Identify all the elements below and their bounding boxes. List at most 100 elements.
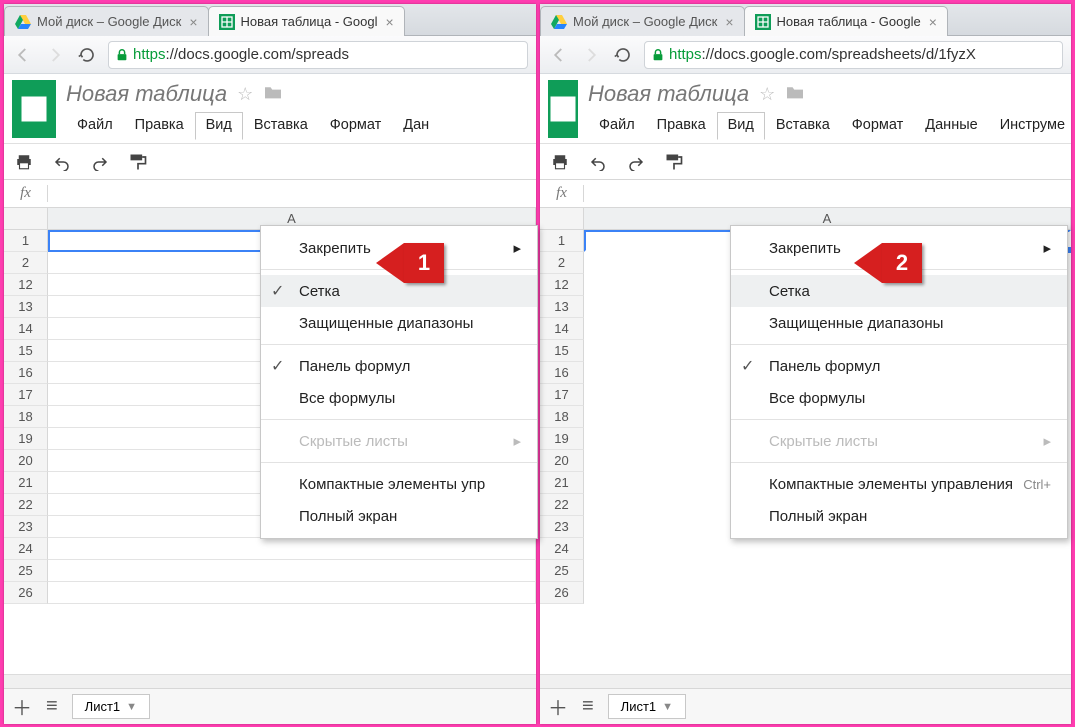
- doc-title[interactable]: Новая таблица: [588, 81, 749, 107]
- menu-item-protected-ranges[interactable]: Защищенные диапазоны: [731, 307, 1067, 339]
- menu-insert[interactable]: Вставка: [243, 112, 319, 140]
- cell[interactable]: [48, 560, 536, 582]
- url-field[interactable]: https://docs.google.com/spreadsheets/d/1…: [644, 41, 1063, 69]
- tab-sheets[interactable]: Новая таблица - Google ×: [744, 6, 948, 36]
- close-icon[interactable]: ×: [385, 15, 393, 29]
- row-header[interactable]: 1: [4, 230, 48, 252]
- reload-button[interactable]: [76, 44, 98, 66]
- add-sheet-button[interactable]: ＋: [548, 692, 568, 721]
- row-header[interactable]: 22: [4, 494, 48, 516]
- menu-item-compact[interactable]: Компактные элементы управленияCtrl+: [731, 468, 1067, 500]
- row-header[interactable]: 2: [4, 252, 48, 274]
- menu-data[interactable]: Дан: [392, 112, 440, 140]
- horizontal-scrollbar[interactable]: [4, 674, 536, 688]
- redo-icon[interactable]: [88, 150, 112, 174]
- row-header[interactable]: 18: [4, 406, 48, 428]
- undo-icon[interactable]: [586, 150, 610, 174]
- print-icon[interactable]: [12, 150, 36, 174]
- paint-format-icon[interactable]: [126, 150, 150, 174]
- fx-input[interactable]: [584, 180, 1071, 207]
- menu-item-formula-bar[interactable]: ✓Панель формул: [731, 350, 1067, 382]
- chevron-down-icon[interactable]: ▼: [662, 701, 673, 713]
- sheets-logo-icon[interactable]: [12, 80, 56, 138]
- row-header[interactable]: 20: [4, 450, 48, 472]
- back-button[interactable]: [548, 44, 570, 66]
- cell[interactable]: [48, 538, 536, 560]
- menu-item-fullscreen[interactable]: Полный экран: [261, 500, 537, 532]
- menu-edit[interactable]: Правка: [646, 112, 717, 140]
- print-icon[interactable]: [548, 150, 572, 174]
- row-header[interactable]: 21: [4, 472, 48, 494]
- row-header[interactable]: 12: [540, 274, 584, 296]
- menu-edit[interactable]: Правка: [124, 112, 195, 140]
- tab-sheets[interactable]: Новая таблица - Googl ×: [208, 6, 405, 36]
- row-header[interactable]: 25: [540, 560, 584, 582]
- row-header[interactable]: 24: [540, 538, 584, 560]
- row-header[interactable]: 23: [540, 516, 584, 538]
- all-sheets-button[interactable]: ≡: [582, 695, 594, 718]
- menu-item-all-formulas[interactable]: Все формулы: [731, 382, 1067, 414]
- row-header[interactable]: 13: [4, 296, 48, 318]
- cell[interactable]: [584, 582, 1071, 604]
- all-sheets-button[interactable]: ≡: [46, 695, 58, 718]
- row-header[interactable]: 14: [4, 318, 48, 340]
- cell[interactable]: [584, 560, 1071, 582]
- row-header[interactable]: 25: [4, 560, 48, 582]
- close-icon[interactable]: ×: [929, 15, 937, 29]
- row-header[interactable]: 20: [540, 450, 584, 472]
- row-header[interactable]: 19: [4, 428, 48, 450]
- fx-input[interactable]: [48, 180, 536, 207]
- tab-drive[interactable]: Мой диск – Google Диск ×: [4, 6, 209, 36]
- row-header[interactable]: 16: [540, 362, 584, 384]
- row-header[interactable]: 17: [4, 384, 48, 406]
- add-sheet-button[interactable]: ＋: [12, 692, 32, 721]
- row-header[interactable]: 22: [540, 494, 584, 516]
- menu-data[interactable]: Данные: [914, 112, 988, 140]
- horizontal-scrollbar[interactable]: [540, 674, 1071, 688]
- close-icon[interactable]: ×: [189, 15, 197, 29]
- folder-icon[interactable]: [785, 84, 805, 105]
- menu-item-all-formulas[interactable]: Все формулы: [261, 382, 537, 414]
- back-button[interactable]: [12, 44, 34, 66]
- folder-icon[interactable]: [263, 84, 283, 105]
- sheets-logo-icon[interactable]: [548, 80, 578, 138]
- menu-insert[interactable]: Вставка: [765, 112, 841, 140]
- star-icon[interactable]: ☆: [759, 84, 775, 105]
- menu-file[interactable]: Файл: [588, 112, 646, 140]
- forward-button[interactable]: [580, 44, 602, 66]
- chevron-down-icon[interactable]: ▼: [126, 701, 137, 713]
- forward-button[interactable]: [44, 44, 66, 66]
- row-header[interactable]: 17: [540, 384, 584, 406]
- doc-title[interactable]: Новая таблица: [66, 81, 227, 107]
- menu-item-compact[interactable]: Компактные элементы упр: [261, 468, 537, 500]
- url-field[interactable]: https://docs.google.com/spreads: [108, 41, 528, 69]
- row-header[interactable]: 16: [4, 362, 48, 384]
- row-header[interactable]: 15: [540, 340, 584, 362]
- row-header[interactable]: 2: [540, 252, 584, 274]
- sheet-tab[interactable]: Лист1▼: [608, 694, 686, 719]
- tab-drive[interactable]: Мой диск – Google Диск ×: [540, 6, 745, 36]
- reload-button[interactable]: [612, 44, 634, 66]
- row-header[interactable]: 26: [540, 582, 584, 604]
- menu-view[interactable]: Вид: [195, 112, 243, 140]
- row-header[interactable]: 26: [4, 582, 48, 604]
- cell[interactable]: [48, 582, 536, 604]
- row-header[interactable]: 24: [4, 538, 48, 560]
- close-icon[interactable]: ×: [725, 15, 733, 29]
- menu-item-fullscreen[interactable]: Полный экран: [731, 500, 1067, 532]
- menu-format[interactable]: Формат: [319, 112, 393, 140]
- row-header[interactable]: 14: [540, 318, 584, 340]
- paint-format-icon[interactable]: [662, 150, 686, 174]
- cell[interactable]: [584, 538, 1071, 560]
- menu-item-protected-ranges[interactable]: Защищенные диапазоны: [261, 307, 537, 339]
- row-header[interactable]: 23: [4, 516, 48, 538]
- row-header[interactable]: 13: [540, 296, 584, 318]
- menu-item-formula-bar[interactable]: ✓Панель формул: [261, 350, 537, 382]
- sheet-tab[interactable]: Лист1▼: [72, 694, 150, 719]
- undo-icon[interactable]: [50, 150, 74, 174]
- row-header[interactable]: 19: [540, 428, 584, 450]
- row-header[interactable]: 12: [4, 274, 48, 296]
- menu-format[interactable]: Формат: [841, 112, 915, 140]
- row-header[interactable]: 15: [4, 340, 48, 362]
- row-header[interactable]: 18: [540, 406, 584, 428]
